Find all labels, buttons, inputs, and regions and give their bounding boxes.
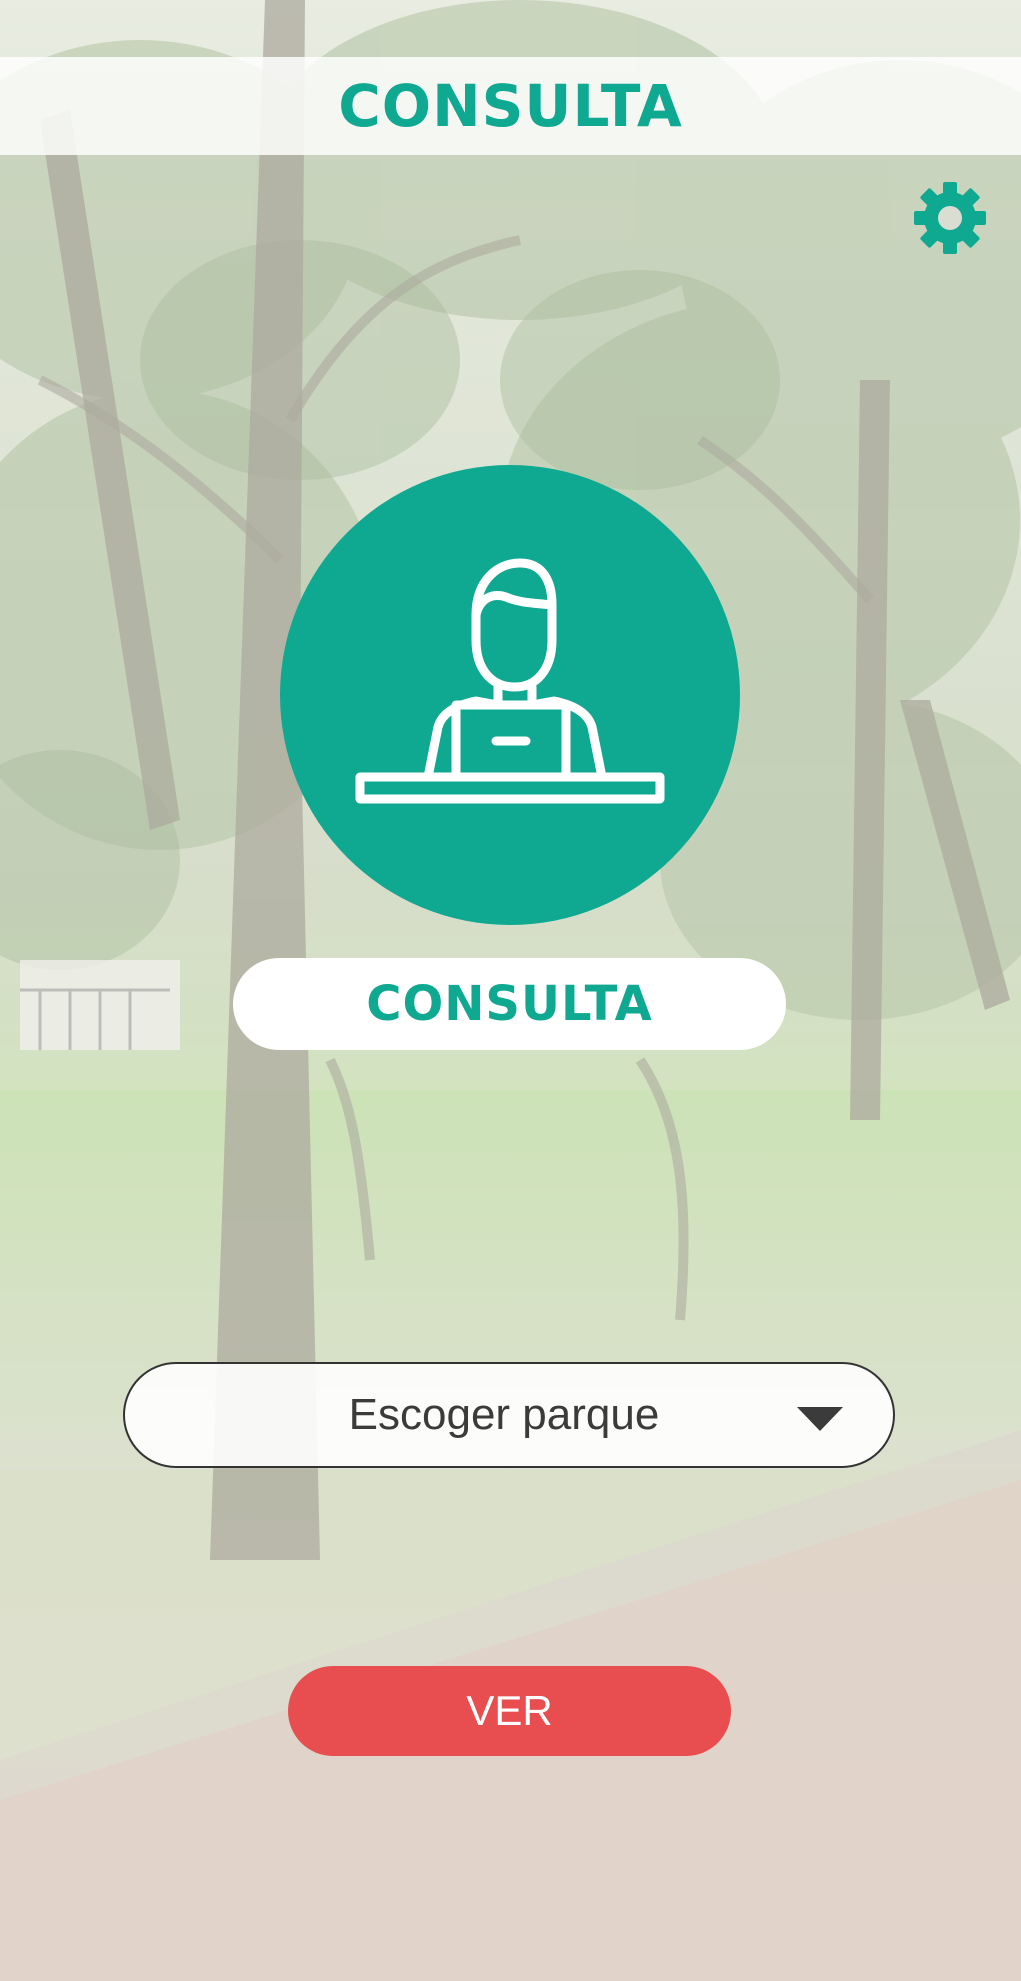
- settings-button[interactable]: [912, 180, 988, 256]
- header-bar: CONSULTA: [0, 57, 1021, 155]
- role-label: CONSULTA: [366, 976, 653, 1032]
- view-button[interactable]: VER: [288, 1666, 731, 1756]
- park-select-dropdown[interactable]: Escoger parque: [123, 1362, 895, 1468]
- park-select-value: Escoger parque: [348, 1390, 660, 1439]
- role-avatar: [280, 465, 740, 925]
- gear-icon: [914, 182, 986, 254]
- person-at-laptop-icon: [355, 558, 665, 804]
- triangle-down-icon: [797, 1407, 843, 1431]
- page-title: CONSULTA: [338, 72, 683, 140]
- role-label-pill: CONSULTA: [233, 958, 786, 1050]
